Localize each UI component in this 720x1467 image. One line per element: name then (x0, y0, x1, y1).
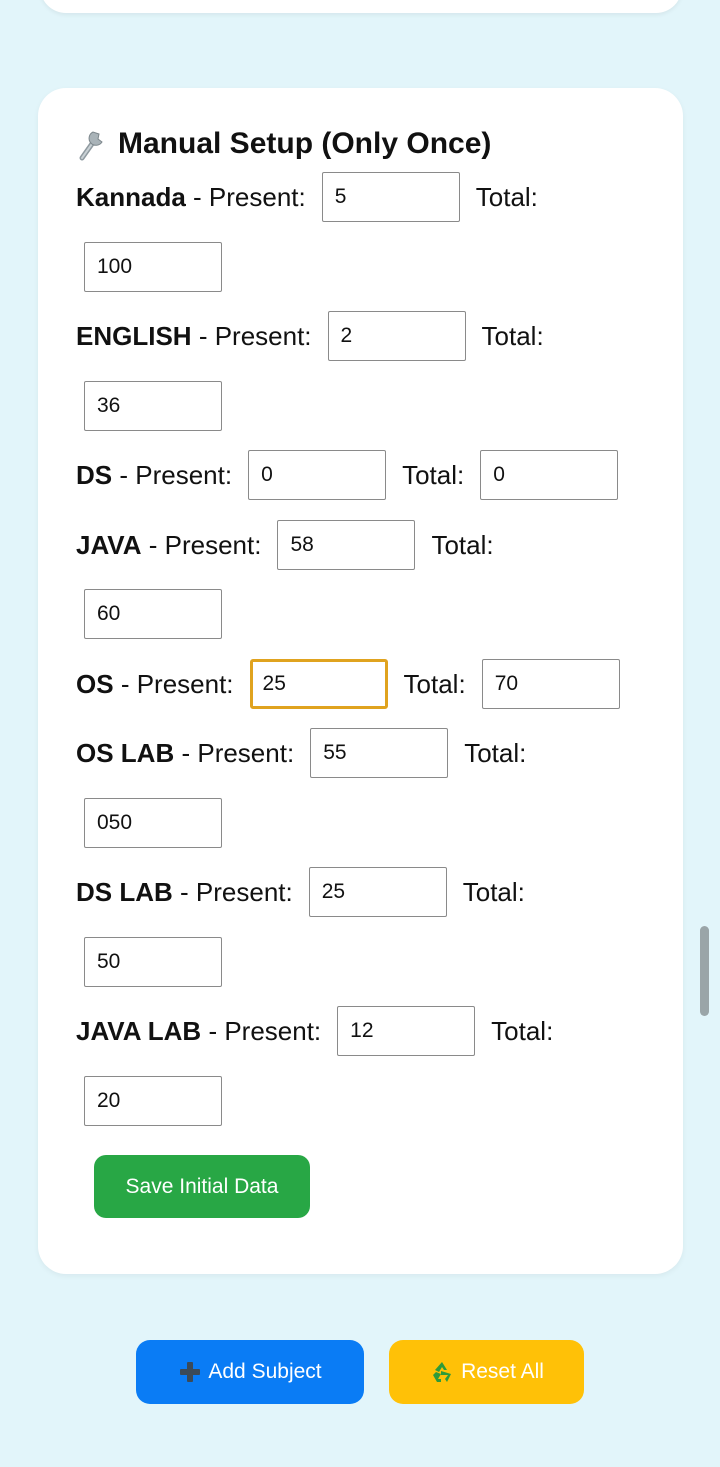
present-input-ds[interactable] (248, 450, 387, 500)
present-input-os[interactable] (249, 659, 388, 709)
subject-name: OS (76, 668, 114, 699)
add-subject-label: Add Subject (208, 1360, 322, 1383)
total-input-os[interactable] (481, 659, 620, 709)
present-input-english[interactable] (327, 311, 466, 361)
recycle-icon (433, 1362, 452, 1382)
present-input-java-lab[interactable] (337, 1006, 476, 1056)
total-input-java[interactable] (84, 589, 222, 639)
present-label: - Present: (120, 668, 234, 699)
total-input-kannada[interactable] (84, 242, 222, 292)
total-input-os-lab[interactable] (84, 798, 222, 848)
subject-name: JAVA (76, 529, 142, 560)
save-initial-data-button[interactable]: Save Initial Data (94, 1155, 310, 1218)
total-label: Total: (464, 737, 527, 768)
subject-row-kannada: Kannada - Present: Total: (76, 172, 554, 222)
subject-row-ds-lab: DS LAB - Present: Total: (76, 867, 541, 917)
subject-name: JAVA LAB (76, 1015, 202, 1046)
page: Manual Setup (Only Once) Kannada - Prese… (0, 0, 720, 1467)
present-label: - Present: (198, 320, 312, 351)
subject-row-java: JAVA - Present: Total: (76, 520, 510, 570)
subject-name: OS LAB (76, 737, 175, 768)
subject-name: DS (76, 459, 113, 490)
plus-icon (180, 1362, 201, 1382)
present-label: - Present: (148, 529, 262, 560)
present-input-os-lab[interactable] (310, 728, 449, 778)
card-title: Manual Setup (Only Once) (76, 126, 491, 162)
total-label: Total: (475, 181, 538, 212)
subject-row-english: ENGLISH - Present: Total: (76, 311, 560, 361)
subject-row-ds: DS - Present: Total: (76, 450, 619, 500)
subject-row-java-lab: JAVA LAB - Present: Total: (76, 1006, 569, 1056)
manual-setup-card: Manual Setup (Only Once) Kannada - Prese… (38, 88, 683, 1274)
reset-all-label: Reset All (461, 1360, 544, 1383)
subject-name: Kannada (76, 181, 186, 212)
present-input-java[interactable] (277, 520, 416, 570)
total-label: Total: (481, 320, 544, 351)
present-label: - Present: (208, 1015, 322, 1046)
total-label: Total: (491, 1015, 554, 1046)
scrollbar-thumb[interactable] (700, 926, 709, 1016)
total-label: Total: (402, 459, 465, 490)
total-input-java-lab[interactable] (84, 1076, 222, 1126)
present-input-ds-lab[interactable] (308, 867, 447, 917)
total-input-ds[interactable] (480, 450, 619, 500)
wrench-icon (79, 131, 103, 161)
add-subject-button[interactable]: Add Subject (136, 1340, 364, 1404)
subject-row-os: OS - Present: Total: (76, 659, 620, 709)
total-label: Total: (403, 668, 466, 699)
reset-all-button[interactable]: Reset All (389, 1340, 584, 1404)
present-label: - Present: (180, 876, 293, 907)
subject-name: ENGLISH (76, 320, 192, 351)
subject-row-os-lab: OS LAB - Present: Total: (76, 728, 542, 778)
total-input-ds-lab[interactable] (84, 937, 222, 987)
total-label: Total: (431, 529, 494, 560)
present-label: - Present: (181, 737, 295, 768)
present-label: - Present: (119, 459, 233, 490)
subject-name: DS LAB (76, 876, 173, 907)
present-label: - Present: (193, 181, 306, 212)
total-label: Total: (462, 876, 525, 907)
previous-card (40, 0, 682, 13)
card-title-text: Manual Setup (Only Once) (118, 127, 492, 160)
total-input-english[interactable] (84, 381, 222, 431)
present-input-kannada[interactable] (321, 172, 460, 222)
